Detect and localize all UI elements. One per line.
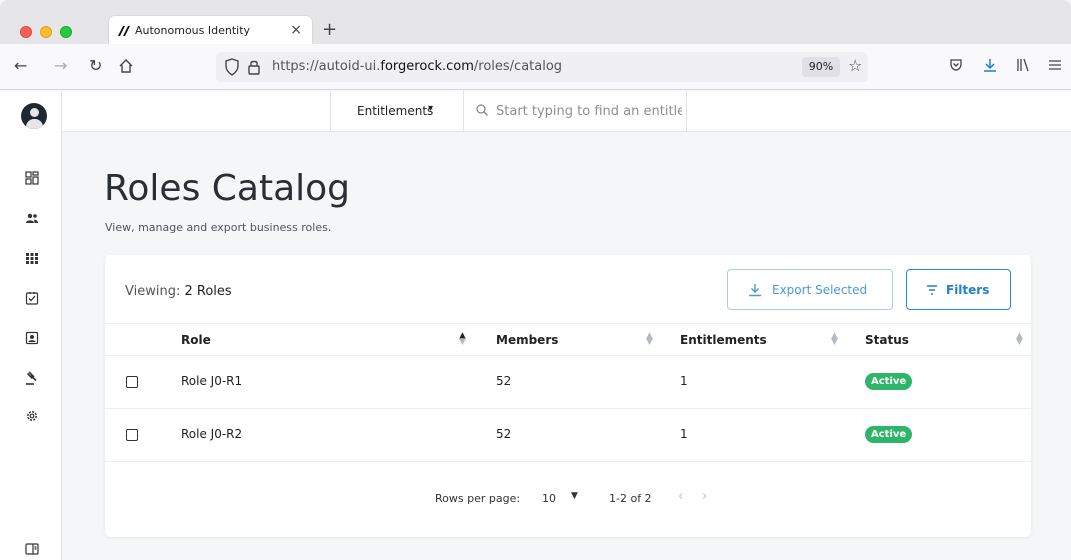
row-checkbox[interactable] xyxy=(126,376,138,388)
column-header-entitlements[interactable]: Entitlements xyxy=(680,333,767,347)
roles-card: Viewing: 2 Roles Export Selected Filters… xyxy=(105,255,1031,537)
role-name[interactable]: Role J0-R1 xyxy=(181,374,242,388)
app-sidebar xyxy=(0,91,62,560)
entitlements-count: 1 xyxy=(680,374,688,388)
home-icon[interactable] xyxy=(118,58,134,77)
rows-per-page-select[interactable]: 10 xyxy=(542,492,556,505)
url-bar[interactable]: https://autoid-ui.forgerock.com/roles/ca… xyxy=(216,52,868,82)
rows-per-page-label: Rows per page: xyxy=(435,492,521,505)
browser-navbar: ← → ↻ https://autoid-ui.forgerock.com/ro… xyxy=(0,44,1071,90)
apps-grid-icon[interactable] xyxy=(25,251,39,265)
users-icon[interactable] xyxy=(25,211,39,225)
column-header-role[interactable]: Role xyxy=(181,333,211,347)
gavel-icon[interactable] xyxy=(25,371,39,385)
new-tab-button[interactable]: + xyxy=(322,19,337,40)
sort-icon[interactable]: ▲ ▼ xyxy=(831,332,838,347)
pocket-icon[interactable] xyxy=(949,58,963,76)
next-page-icon[interactable]: › xyxy=(702,489,707,504)
menu-icon[interactable] xyxy=(1048,58,1062,76)
sort-icon[interactable]: ▲ ▼ xyxy=(646,332,653,347)
zoom-level-badge[interactable]: 90% xyxy=(802,57,840,77)
toggle-sidebar-icon[interactable] xyxy=(25,542,39,556)
browser-tab[interactable]: Autonomous Identity × xyxy=(109,16,312,46)
minimize-window-button[interactable] xyxy=(40,26,52,38)
caret-down-icon[interactable]: ▼ xyxy=(571,491,578,501)
maximize-window-button[interactable] xyxy=(60,26,72,38)
search-icon xyxy=(476,104,488,116)
viewing-summary: Viewing: 2 Roles xyxy=(125,284,232,299)
tab-title: Autonomous Identity xyxy=(135,24,251,37)
search-input[interactable] xyxy=(496,99,682,123)
close-window-button[interactable] xyxy=(20,26,32,38)
pagination: Rows per page: 10 ▼ 1-2 of 2 ‹ › xyxy=(105,488,1031,508)
avatar[interactable] xyxy=(21,103,47,129)
url-text: https://autoid-ui.forgerock.com/roles/ca… xyxy=(272,59,563,74)
page-subtitle: View, manage and export business roles. xyxy=(105,221,332,234)
contact-card-icon[interactable] xyxy=(25,331,39,345)
filter-icon xyxy=(927,285,937,295)
bookmark-star-icon[interactable]: ☆ xyxy=(848,56,862,75)
column-header-status[interactable]: Status xyxy=(865,333,909,347)
caret-down-icon: ▾ xyxy=(428,103,434,114)
column-header-members[interactable]: Members xyxy=(496,333,558,347)
forward-icon[interactable]: → xyxy=(54,58,67,74)
close-tab-icon[interactable]: × xyxy=(290,22,302,38)
entitlements-count: 1 xyxy=(680,427,688,441)
lock-icon[interactable] xyxy=(246,58,262,76)
entitlements-dropdown[interactable]: Entitlements ▾ xyxy=(330,91,464,131)
reload-icon[interactable]: ↻ xyxy=(89,58,102,74)
dashboard-icon[interactable] xyxy=(25,171,39,185)
entitlements-dropdown-label: Entitlements xyxy=(357,104,434,118)
checklist-icon[interactable] xyxy=(25,291,39,305)
downloads-icon[interactable] xyxy=(983,58,997,76)
filters-label: Filters xyxy=(946,283,990,297)
previous-page-icon[interactable]: ‹ xyxy=(678,489,683,504)
library-icon[interactable] xyxy=(1016,58,1030,76)
gear-icon[interactable] xyxy=(25,409,39,423)
viewing-label: Viewing: xyxy=(125,284,181,299)
members-count: 52 xyxy=(496,427,512,441)
shield-icon[interactable] xyxy=(224,58,240,76)
role-name[interactable]: Role J0-R2 xyxy=(181,427,242,441)
pagination-range: 1-2 of 2 xyxy=(609,492,652,505)
status-badge: Active xyxy=(865,373,913,390)
table-row[interactable]: Role J0-R2 52 1 Active xyxy=(105,409,1031,462)
table-row[interactable]: Role J0-R1 52 1 Active xyxy=(105,356,1031,409)
sort-ascending-icon[interactable]: ▲ ▼ xyxy=(459,332,466,347)
filters-button[interactable]: Filters xyxy=(906,269,1011,310)
table-header: Role ▲ ▼ Members ▲ ▼ Entitlements ▲ ▼ Statu… xyxy=(105,323,1031,356)
forgerock-logo-icon xyxy=(118,26,130,36)
search-box xyxy=(464,91,687,131)
status-badge: Active xyxy=(865,426,913,443)
viewing-count: 2 Roles xyxy=(184,284,232,299)
export-selected-label: Export Selected xyxy=(772,283,868,297)
export-selected-button[interactable]: Export Selected xyxy=(727,269,893,310)
sort-icon[interactable]: ▲ ▼ xyxy=(1016,332,1023,347)
page-title: Roles Catalog xyxy=(104,168,351,209)
download-icon xyxy=(749,284,761,297)
members-count: 52 xyxy=(496,374,512,388)
back-icon[interactable]: ← xyxy=(14,58,27,74)
row-checkbox[interactable] xyxy=(126,429,138,441)
browser-tabbar: Autonomous Identity × + xyxy=(0,0,1071,46)
app-topbar: Entitlements ▾ xyxy=(62,91,1071,132)
